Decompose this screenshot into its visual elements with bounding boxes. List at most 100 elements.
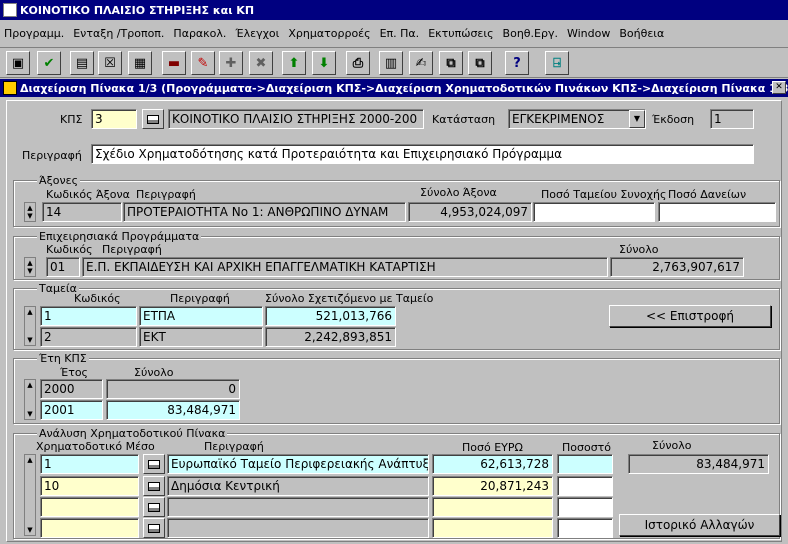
percent-field[interactable] xyxy=(557,476,613,496)
form-title: Διαχείριση Πίνακα 1/3 (Προγράμματα->Διαχ… xyxy=(20,81,788,95)
axes-header-total: Σύνολο Άξονα xyxy=(420,186,497,199)
funds-scrollbar[interactable]: ▲ ▼ xyxy=(24,306,36,346)
scroll-down-icon[interactable]: ▼ xyxy=(25,211,35,221)
copy-icon[interactable]: ⧉ xyxy=(439,51,463,75)
means-lov-icon[interactable] xyxy=(143,454,165,474)
form-icon xyxy=(3,81,17,95)
scroll-down-icon[interactable]: ▼ xyxy=(25,525,35,535)
programs-header-total: Σύνολο xyxy=(619,243,659,256)
means-desc-field xyxy=(167,518,429,538)
axes-scrollbar[interactable]: ▲ ▼ xyxy=(24,202,36,222)
clipboard-icon[interactable]: ⧉ xyxy=(468,51,492,75)
means-field[interactable] xyxy=(40,497,139,517)
scroll-up-icon[interactable]: ▲ xyxy=(25,307,35,317)
scroll-up-icon[interactable]: ▲ xyxy=(25,380,35,390)
menu-inclusion[interactable]: Ενταξη /Τροποπ. xyxy=(73,27,164,40)
programs-header-desc: Περιγραφή xyxy=(102,243,162,256)
funds-header-desc: Περιγραφή xyxy=(170,292,230,305)
fund-desc-field: ΕΚΤ xyxy=(139,327,263,347)
means-field[interactable]: 10 xyxy=(40,476,139,496)
return-button[interactable]: << Επιστροφή xyxy=(609,305,771,327)
query-icon[interactable]: ▤ xyxy=(70,51,94,75)
form-title-bar: Διαχείριση Πίνακα 1/3 (Προγράμματα->Διαχ… xyxy=(0,79,788,97)
save-icon[interactable]: ▣ xyxy=(6,51,30,75)
help-icon[interactable]: ? xyxy=(505,51,529,75)
means-lov-icon[interactable] xyxy=(143,518,165,538)
menu-tools[interactable]: Βοηθ.Εργ. xyxy=(503,27,558,40)
means-desc-field xyxy=(167,497,429,517)
fund-code-field[interactable]: 2 xyxy=(40,327,137,347)
close-icon[interactable]: ✕ xyxy=(772,81,786,94)
add-record-icon[interactable]: ✚ xyxy=(219,51,243,75)
cancel-query-icon[interactable]: ☒ xyxy=(98,51,122,75)
year-field[interactable]: 2000 xyxy=(40,379,103,399)
menu-ep-pa[interactable]: Επ. Πα. xyxy=(380,27,420,40)
programs-scrollbar[interactable]: ▲ ▼ xyxy=(24,257,36,277)
amount-field[interactable] xyxy=(432,497,553,517)
analysis-scrollbar[interactable]: ▲ ▼ xyxy=(24,454,36,536)
kps-lov-icon[interactable] xyxy=(142,109,164,129)
document-icon[interactable]: ✍ xyxy=(409,51,433,75)
percent-field[interactable] xyxy=(557,454,613,474)
menu-monitoring[interactable]: Παρακολ. xyxy=(173,27,226,40)
scroll-down-icon[interactable]: ▼ xyxy=(25,266,35,276)
axes-header-loans: Ποσό Δανείων xyxy=(668,188,747,201)
funds-title: Ταμεία xyxy=(37,282,79,295)
kps-code-field[interactable]: 3 xyxy=(91,109,137,129)
grid-icon[interactable]: ▥ xyxy=(379,51,403,75)
app-icon xyxy=(3,3,17,17)
exit-icon[interactable]: ⍈ xyxy=(545,51,569,75)
table-icon[interactable]: ▦ xyxy=(128,51,152,75)
year-field[interactable]: 2001 xyxy=(40,400,103,420)
scroll-down-icon[interactable]: ▼ xyxy=(25,409,35,419)
axis-loans-field[interactable] xyxy=(658,202,776,222)
edition-field: 1 xyxy=(710,109,754,129)
status-select[interactable]: ΕΓΚΕΚΡΙΜΕΝΟΣ xyxy=(508,109,646,129)
years-scrollbar[interactable]: ▲ ▼ xyxy=(24,379,36,420)
year-total-field: 0 xyxy=(106,379,240,399)
edit-icon[interactable]: ✎ xyxy=(191,51,215,75)
fund-code-field[interactable]: 1 xyxy=(40,306,137,326)
means-lov-icon[interactable] xyxy=(143,476,165,496)
axis-total-field: 4,953,024,097 xyxy=(408,202,532,222)
delete-record-icon[interactable]: ✖ xyxy=(249,51,273,75)
description-field[interactable]: Σχέδιο Χρηματοδότησης κατά Προτεραιότητα… xyxy=(91,144,754,164)
means-field[interactable]: 1 xyxy=(40,454,139,474)
program-code-field: 01 xyxy=(46,257,80,277)
means-field[interactable] xyxy=(40,518,139,538)
menu-cashflows[interactable]: Χρηματορροές xyxy=(288,27,370,40)
means-lov-icon[interactable] xyxy=(143,497,165,517)
history-button[interactable]: Ιστορικό Αλλαγών xyxy=(619,514,780,536)
amount-field[interactable] xyxy=(432,518,553,538)
chevron-down-icon[interactable]: ▼ xyxy=(629,110,645,128)
arrow-up-icon[interactable]: ⬆ xyxy=(282,51,306,75)
print-icon[interactable]: ⎙ xyxy=(346,51,370,75)
axis-code-field: 14 xyxy=(42,202,122,222)
analysis-header-total: Σύνολο xyxy=(652,439,692,452)
year-total-field: 83,484,971 xyxy=(106,400,240,420)
axis-cohesion-field[interactable] xyxy=(533,202,655,222)
percent-field[interactable] xyxy=(557,518,613,538)
analysis-header-desc: Περιγραφή xyxy=(204,440,264,453)
description-label: Περιγραφή xyxy=(22,149,82,162)
percent-field[interactable] xyxy=(557,497,613,517)
menu-programs[interactable]: Προγραμμ. xyxy=(4,27,64,40)
menu-window[interactable]: Window xyxy=(567,27,610,40)
axes-header-cohesion: Ποσό Ταμείου Συνοχής xyxy=(541,188,667,201)
arrow-down-icon[interactable]: ⬇ xyxy=(312,51,336,75)
kps-label: ΚΠΣ xyxy=(60,113,83,126)
window-title: ΚΟΙΝΟΤΙΚΟ ΠΛΑΙΣΙΟ ΣΤΗΡΙΞΗΣ και ΚΠ xyxy=(20,3,255,17)
scroll-down-icon[interactable]: ▼ xyxy=(25,335,35,345)
scroll-up-icon[interactable]: ▲ xyxy=(25,455,35,465)
fund-desc-field: ΕΤΠΑ xyxy=(139,306,263,326)
amount-field[interactable]: 62,613,728 xyxy=(432,454,553,474)
print-form-icon[interactable]: ▬ xyxy=(162,51,186,75)
funds-header-total: Σύνολο Σχετιζόμενο με Ταμείο xyxy=(265,292,434,305)
menu-checks[interactable]: Έλεγχοι xyxy=(235,27,279,40)
amount-field[interactable]: 20,871,243 xyxy=(432,476,553,496)
menu-help[interactable]: Βοήθεια xyxy=(619,27,664,40)
analysis-total-field: 83,484,971 xyxy=(628,454,769,474)
axis-desc-field: ΠΡΟΤΕΡΑΙΟΤΗΤΑ No 1: ΑΝΘΡΩΠΙΝΟ ΔΥΝΑΜ xyxy=(123,202,406,222)
menu-prints[interactable]: Εκτυπώσεις xyxy=(428,27,493,40)
check-icon[interactable]: ✔ xyxy=(37,51,61,75)
